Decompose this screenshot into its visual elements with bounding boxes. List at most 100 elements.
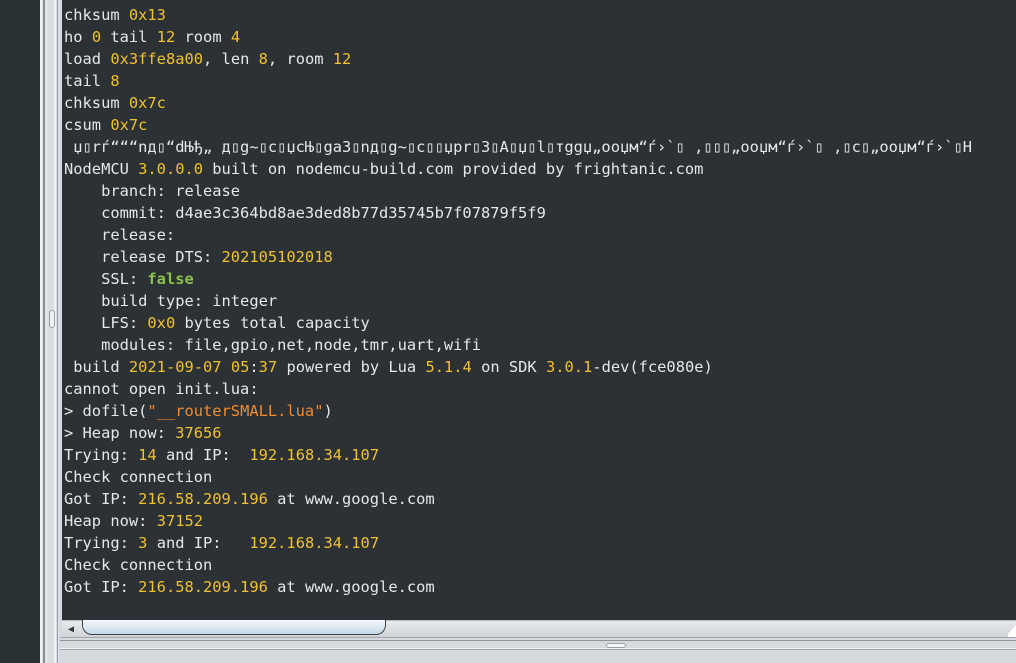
text-token: cannot open init.lua:	[64, 380, 259, 398]
text-token: Check connection	[64, 468, 213, 486]
terminal-line: cannot open init.lua:	[64, 378, 972, 400]
highlighted-token: 0	[91, 28, 102, 46]
text-token: > dofile(	[64, 402, 148, 420]
highlighted-token: 216.58.209.196	[138, 490, 268, 508]
text-token: on SDK	[471, 358, 546, 376]
highlighted-token: 0x13	[128, 6, 166, 24]
highlighted-token: 37152	[156, 512, 204, 530]
text-token: :	[249, 358, 259, 376]
horizontal-scrollbar[interactable]: ◀	[62, 620, 1016, 638]
text-token: at www.google.com	[267, 578, 435, 596]
highlighted-token: 12	[156, 28, 176, 46]
horizontal-splitter-grip-icon[interactable]	[606, 643, 626, 648]
terminal-line: NodeMCU 3.0.0.0 built on nodemcu-build.c…	[64, 158, 972, 180]
splitter-line	[60, 637, 1016, 638]
vertical-splitter[interactable]	[40, 0, 60, 663]
terminal-line: build 2021-09-07 05:37 powered by Lua 5.…	[64, 356, 972, 378]
text-token: chksum	[64, 94, 129, 112]
highlighted-token: 216.58.209.196	[138, 578, 268, 596]
scroll-left-arrow-icon[interactable]: ◀	[64, 623, 78, 636]
terminal-line: Got IP: 216.58.209.196 at www.google.com	[64, 488, 972, 510]
terminal-line: build type: integer	[64, 290, 972, 312]
terminal-line: > Heap now: 37656	[64, 422, 972, 444]
highlighted-token: 0x0	[147, 314, 176, 332]
terminal-line: SSL: false	[64, 268, 972, 290]
text-token: Heap now:	[64, 512, 157, 530]
text-token: bytes total capacity	[175, 314, 370, 332]
text-token: џ▯rѓ“““nд▯“dЊђ„ д▯g~▯c▯џcЊ▯ga3▯nд▯g~▯c▯▯…	[64, 138, 973, 156]
highlighted-token: 12	[332, 50, 352, 68]
terminal-line: commit: d4ae3c364bd8ae3ded8b77d35745b7f0…	[64, 202, 972, 224]
terminal-line: csum 0x7c	[64, 114, 972, 136]
text-token: ho	[64, 28, 92, 46]
splitter-line	[57, 0, 58, 663]
splitter-line	[43, 0, 45, 663]
terminal-line: LFS: 0x0 bytes total capacity	[64, 312, 972, 334]
text-token: commit: d4ae3c364bd8ae3ded8b77d35745b7f0…	[64, 204, 546, 222]
text-token: NodeMCU	[64, 160, 139, 178]
terminal-line: modules: file,gpio,net,node,tmr,uart,wif…	[64, 334, 972, 356]
splitter-line	[40, 0, 42, 663]
text-token: build	[64, 358, 129, 376]
terminal-line: Trying: 14 and IP: 192.168.34.107	[64, 444, 972, 466]
serial-terminal-output[interactable]: chksum 0x13 ho 0 tail 12 room 4 load 0x3ff…	[62, 0, 1016, 620]
highlighted-token: 202105102018	[221, 248, 333, 266]
highlighted-token: 192.168.34.107	[249, 446, 380, 464]
text-token: built on nodemcu-build.com provided by f…	[203, 160, 704, 178]
left-panel	[0, 0, 40, 663]
highlighted-token: 2021-09-07	[128, 358, 222, 376]
highlighted-token: 8	[110, 72, 120, 90]
text-token: tail	[64, 72, 111, 90]
terminal-line: branch: release	[64, 180, 972, 202]
terminal-line: chksum 0x7c	[64, 92, 972, 114]
horizontal-splitter[interactable]	[60, 637, 1016, 663]
text-token: )	[323, 402, 333, 420]
text-token: csum	[64, 116, 111, 134]
terminal-line: > dofile("__routerSMALL.lua")	[64, 400, 972, 422]
text-token: , len	[203, 50, 259, 68]
highlighted-token: 05	[230, 358, 250, 376]
highlighted-token: false	[147, 270, 194, 288]
terminal-line: release DTS: 202105102018	[64, 246, 972, 268]
text-token: Check connection	[64, 556, 213, 574]
highlighted-token: 3.0.0.0	[138, 160, 204, 178]
text-token: LFS:	[64, 314, 148, 332]
splitter-line	[60, 649, 1016, 650]
highlighted-token: 4	[230, 28, 241, 46]
highlighted-token: 192.168.34.107	[249, 534, 380, 552]
text-token: , room	[267, 50, 333, 68]
highlighted-token: 5.1.4	[425, 358, 472, 376]
highlighted-token: 14	[138, 446, 157, 464]
terminal-text: chksum 0x13 ho 0 tail 12 room 4 load 0x3ff…	[64, 4, 972, 598]
text-token: powered by Lua	[277, 358, 426, 376]
text-token: release DTS:	[64, 248, 222, 266]
text-token: modules: file,gpio,net,node,tmr,uart,wif…	[64, 336, 481, 354]
scrollbar-thumb[interactable]	[82, 620, 386, 635]
highlighted-token: 3.0.1	[545, 358, 593, 376]
terminal-line: Heap now: 37152	[64, 510, 972, 532]
resize-corner	[1008, 621, 1016, 638]
highlighted-token: 0x7c	[110, 116, 148, 134]
text-token: Trying:	[64, 446, 139, 464]
highlighted-token: 37	[258, 358, 278, 376]
text-token: Got IP:	[64, 578, 139, 596]
text-token: and IP:	[147, 534, 250, 552]
terminal-line: release:	[64, 224, 972, 246]
text-token: chksum	[64, 6, 129, 24]
text-token: load	[64, 50, 111, 68]
terminal-line: Trying: 3 and IP: 192.168.34.107	[64, 532, 972, 554]
terminal-line: load 0x3ffe8a00, len 8, room 12	[64, 48, 972, 70]
highlighted-token: 8	[258, 50, 268, 68]
highlighted-token: 37656	[175, 424, 222, 442]
splitter-line	[46, 0, 47, 663]
vertical-splitter-grip-icon[interactable]	[49, 310, 55, 328]
terminal-line: Got IP: 216.58.209.196 at www.google.com	[64, 576, 972, 598]
terminal-line: chksum 0x13	[64, 4, 972, 26]
text-token: Trying:	[64, 534, 139, 552]
splitter-line	[54, 0, 56, 663]
text-token: release:	[64, 226, 176, 244]
text-token: room	[175, 28, 231, 46]
terminal-line: Check connection	[64, 466, 972, 488]
terminal-line: џ▯rѓ“““nд▯“dЊђ„ д▯g~▯c▯џcЊ▯ga3▯nд▯g~▯c▯▯…	[64, 136, 972, 158]
